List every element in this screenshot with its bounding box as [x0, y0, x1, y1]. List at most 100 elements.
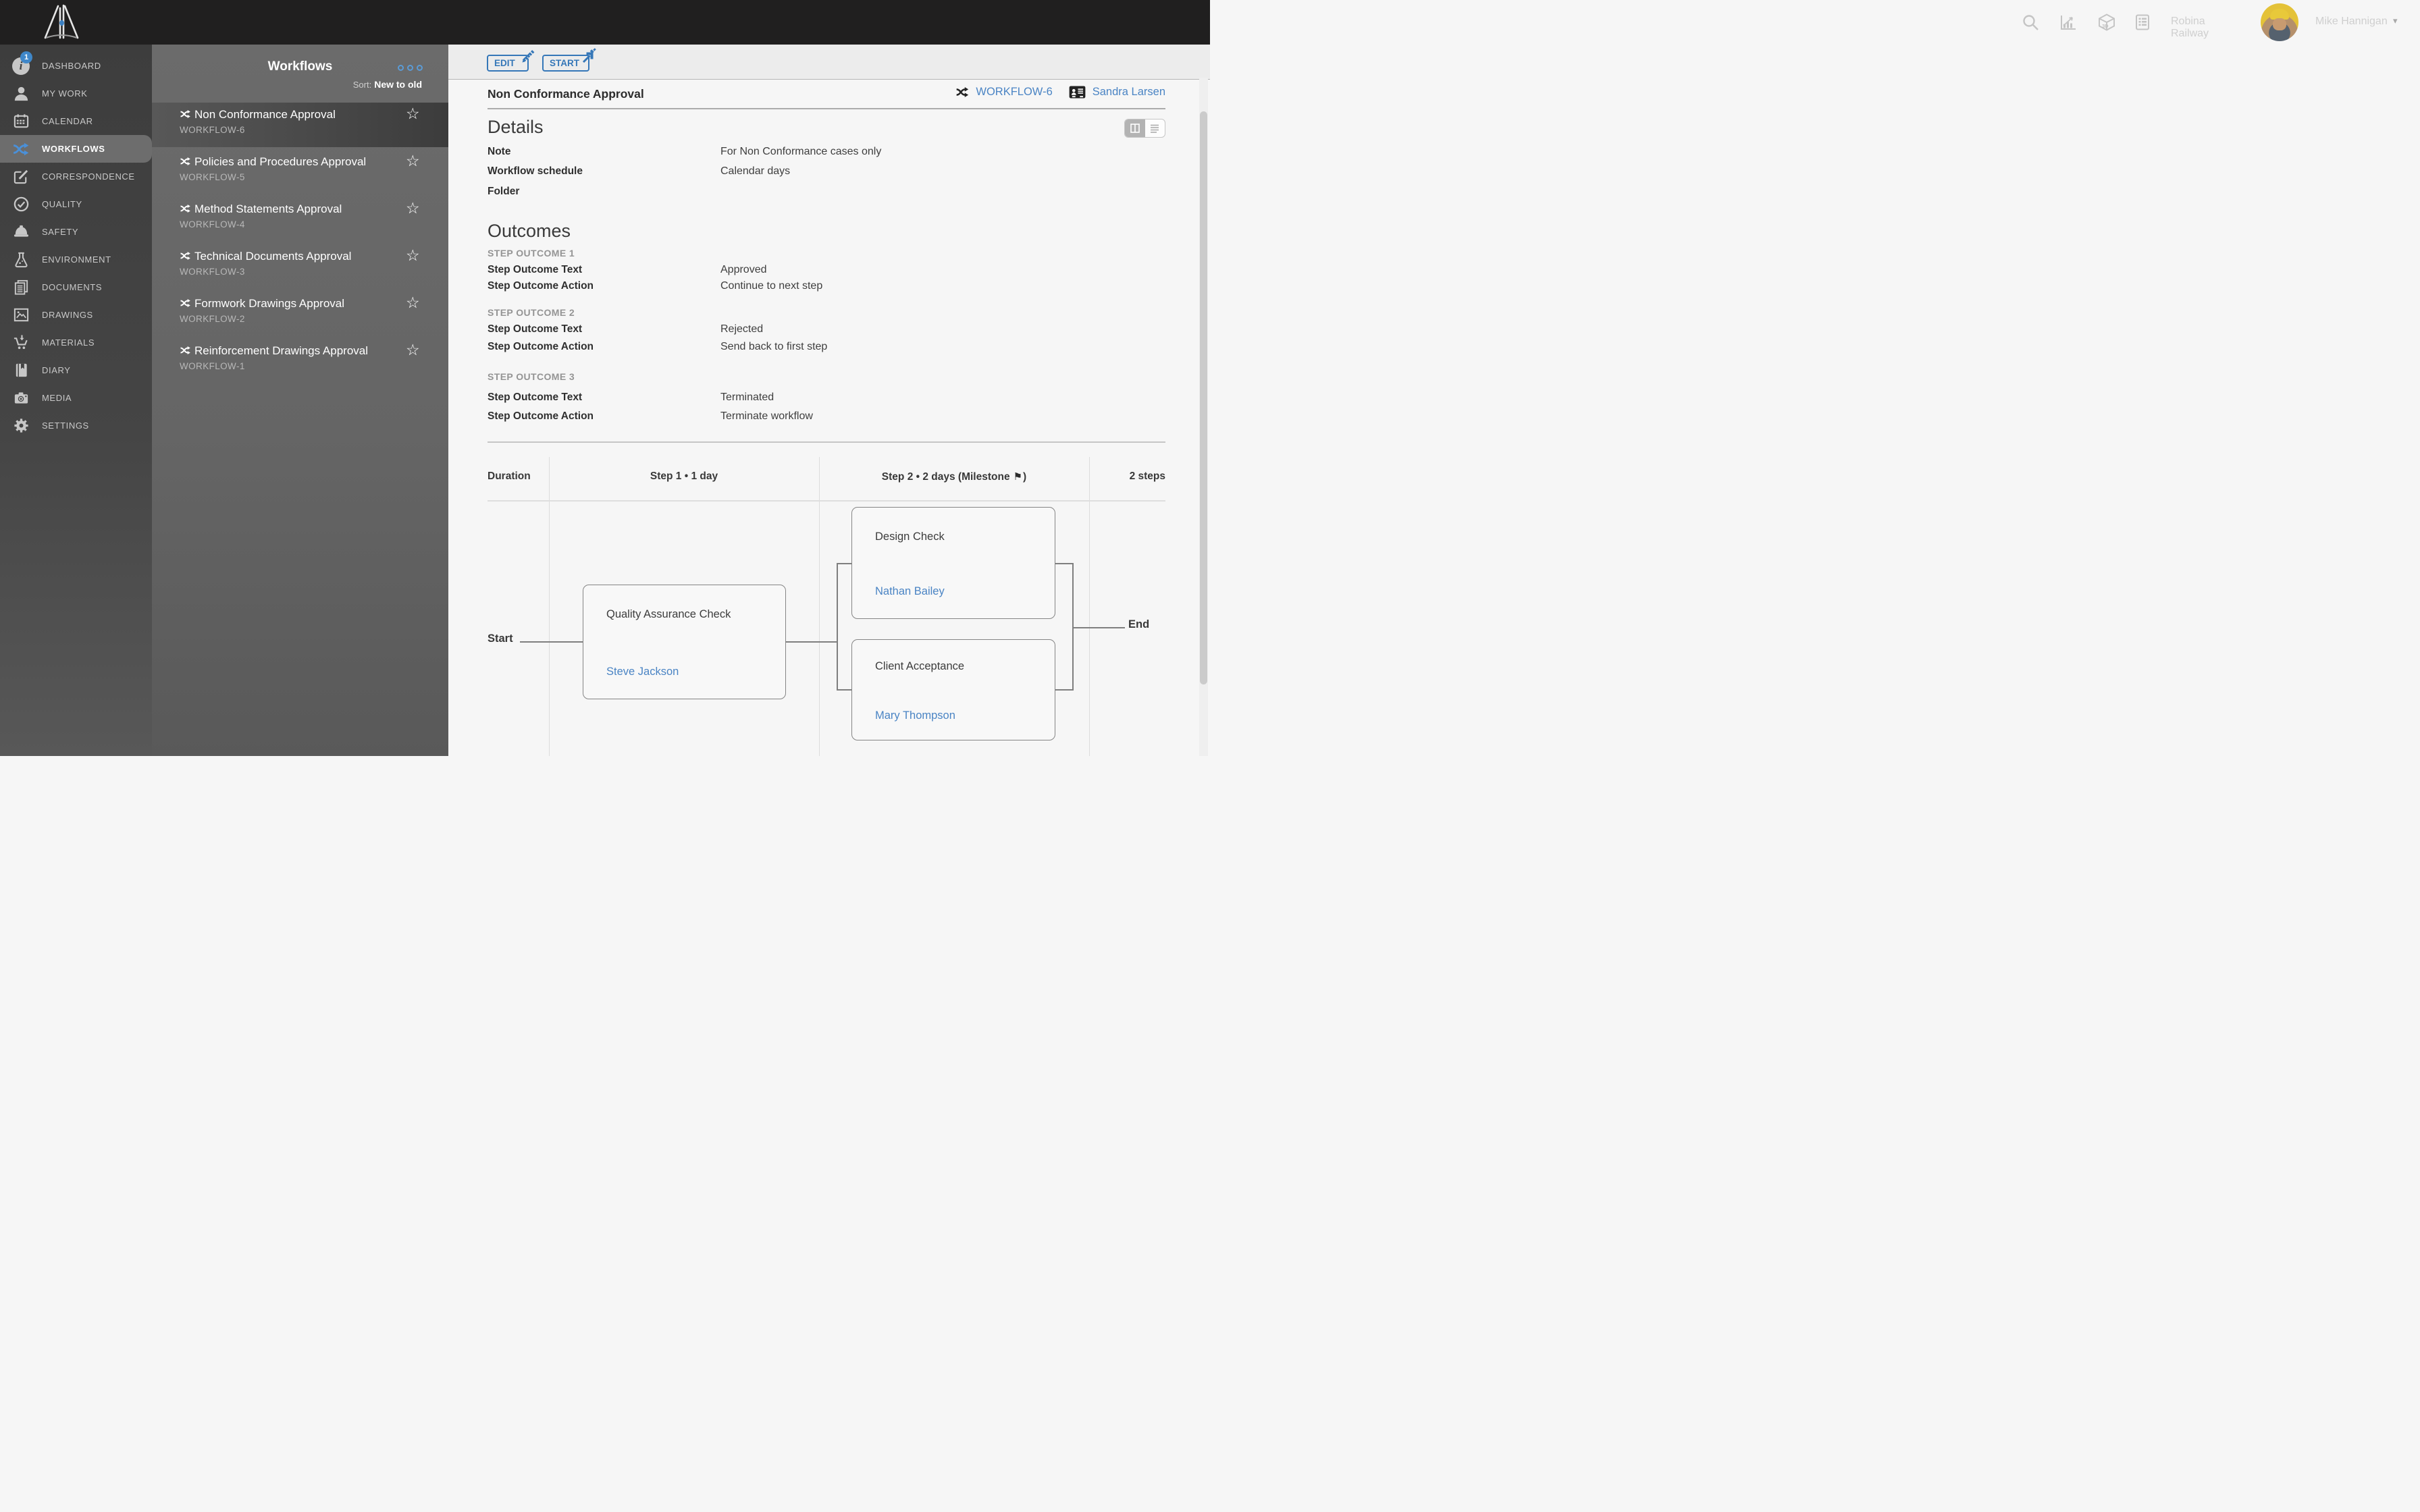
sort-control[interactable]: Sort: New to old [353, 79, 422, 90]
scrollbar-thumb[interactable] [1200, 111, 1207, 684]
star-icon[interactable]: ☆ [406, 342, 420, 359]
gear-icon [0, 417, 42, 434]
divider [488, 108, 1165, 109]
shuffle-icon [180, 346, 191, 355]
outcome-row: Step Outcome Action Continue to next step [488, 280, 823, 292]
sidebar-item-drawings[interactable]: DRAWINGS [0, 301, 152, 329]
user-menu[interactable]: Mike Hannigan [2315, 16, 2388, 28]
sidebar-item-diary[interactable]: DIARY [0, 356, 152, 384]
workflow-step-node[interactable]: Quality Assurance Check Steve Jackson [583, 585, 786, 699]
compose-icon [0, 168, 42, 185]
flask-icon [0, 251, 42, 268]
more-menu-icon[interactable] [398, 65, 423, 71]
start-button[interactable]: START [542, 48, 596, 72]
star-icon[interactable]: ☆ [406, 247, 420, 265]
connector-line [1055, 563, 1073, 564]
avatar[interactable] [2261, 3, 2298, 41]
shuffle-icon [180, 298, 191, 308]
step2-header: Step 2 • 2 days (Milestone ⚑) [881, 470, 1027, 483]
sidebar-item-documents[interactable]: DOCUMENTS [0, 273, 152, 301]
sidebar-item-materials[interactable]: MATERIALS [0, 329, 152, 356]
list-view-icon[interactable] [1145, 119, 1165, 137]
sidebar-item-settings[interactable]: SETTINGS [0, 412, 152, 439]
connector-line [837, 563, 852, 564]
svg-text:3D: 3D [2102, 23, 2109, 29]
sidebar-item-environment[interactable]: ENVIRONMENT [0, 246, 152, 273]
workflow-list-item[interactable]: Reinforcement Drawings Approval ☆ WORKFL… [152, 339, 448, 386]
news-list-icon[interactable] [2133, 13, 2152, 32]
detail-row: Workflow schedule Calendar days [488, 165, 791, 177]
outcome-row: Step Outcome Text Terminated [488, 392, 774, 403]
outcome-row: Step Outcome Text Approved [488, 264, 767, 275]
step1-header: Step 1 • 1 day [650, 470, 718, 482]
outcome-row: Step Outcome Action Terminate workflow [488, 410, 813, 422]
assignee-link[interactable]: Nathan Bailey [875, 585, 1032, 598]
camera-icon [0, 389, 42, 406]
launch-arrow-icon [582, 48, 596, 63]
pencil-icon [522, 50, 535, 63]
app-logo-icon[interactable] [41, 3, 82, 41]
reports-chart-icon[interactable] [2059, 13, 2078, 32]
notification-badge: 1 [20, 51, 32, 63]
main-content: EDIT START Non Conformance Approval WORK… [448, 45, 1210, 756]
person-icon [0, 85, 42, 102]
title-meta: WORKFLOW-6 Sandra Larsen [955, 86, 1165, 99]
connector-line [1055, 689, 1073, 691]
workflow-list: Non Conformance Approval ☆ WORKFLOW-6 Po… [152, 103, 448, 386]
documents-icon [0, 279, 42, 296]
step-outcome-heading: STEP OUTCOME 2 [488, 307, 575, 318]
workflow-step-node[interactable]: Design Check Nathan Bailey [851, 507, 1055, 619]
sidebar-item-workflows[interactable]: WORKFLOWS [0, 135, 152, 163]
column-view-icon[interactable] [1125, 119, 1145, 137]
column-divider [819, 457, 820, 756]
book-icon [0, 362, 42, 379]
outcome-row: Step Outcome Text Rejected [488, 323, 764, 335]
sidebar-item-media[interactable]: MEDIA [0, 384, 152, 412]
milestone-flag-icon: ⚑ [1013, 470, 1023, 483]
search-icon[interactable] [2021, 13, 2040, 32]
detail-row: Folder [488, 186, 520, 197]
workflow-step-node[interactable]: Client Acceptance Mary Thompson [851, 639, 1055, 740]
sidebar-item-my-work[interactable]: MY WORK [0, 80, 152, 107]
star-icon[interactable]: ☆ [406, 294, 420, 312]
start-label: Start [488, 632, 513, 645]
workflow-list-item-selected[interactable]: Non Conformance Approval ☆ WORKFLOW-6 [152, 103, 448, 147]
cart-icon [0, 334, 42, 351]
step-outcome-heading: STEP OUTCOME 3 [488, 371, 575, 382]
view-toggle[interactable] [1124, 119, 1165, 138]
details-heading: Details [488, 117, 544, 137]
sidebar-item-calendar[interactable]: CALENDAR [0, 107, 152, 135]
sidebar-item-safety[interactable]: SAFETY [0, 218, 152, 246]
owner-link[interactable]: Sandra Larsen [1093, 86, 1165, 99]
sidebar-item-quality[interactable]: QUALITY [0, 190, 152, 218]
star-icon[interactable]: ☆ [406, 200, 420, 217]
shuffle-icon [180, 251, 191, 261]
sidebar-item-correspondence[interactable]: CORRESPONDENCE [0, 163, 152, 190]
shuffle-icon [180, 109, 191, 119]
toolbar: EDIT START [448, 45, 1210, 80]
shuffle-icon [180, 204, 191, 213]
3d-model-icon[interactable]: 3D [2097, 13, 2116, 32]
chevron-down-icon[interactable]: ▾ [2393, 16, 2398, 26]
workflow-list-item[interactable]: Method Statements Approval ☆ WORKFLOW-4 [152, 197, 448, 244]
assignee-link[interactable]: Mary Thompson [875, 709, 1032, 722]
workflow-list-item[interactable]: Policies and Procedures Approval ☆ WORKF… [152, 150, 448, 197]
workflow-list-item[interactable]: Formwork Drawings Approval ☆ WORKFLOW-2 [152, 292, 448, 339]
star-icon[interactable]: ☆ [406, 105, 420, 123]
connector-line [520, 641, 583, 643]
connector-line [837, 689, 852, 691]
workflow-list-item[interactable]: Technical Documents Approval ☆ WORKFLOW-… [152, 244, 448, 292]
workflows-panel: Workflows Sort: New to old Non Conformanc… [152, 45, 448, 756]
sort-label: Sort: [352, 80, 372, 90]
star-icon[interactable]: ☆ [406, 153, 420, 170]
project-name[interactable]: Robina Railway [2171, 16, 2209, 40]
sidebar: i 1 DASHBOARD MY WORK CALENDAR WORKFLOWS… [0, 45, 152, 756]
assignee-link[interactable]: Steve Jackson [606, 666, 762, 678]
shuffle-icon [180, 157, 191, 166]
workflow-id-link[interactable]: WORKFLOW-6 [976, 86, 1052, 99]
edit-button[interactable]: EDIT [487, 50, 535, 72]
steps-summary: 2 steps [1129, 470, 1165, 482]
column-divider [1089, 457, 1090, 756]
step-outcome-heading: STEP OUTCOME 1 [488, 248, 575, 259]
sidebar-item-dashboard[interactable]: i 1 DASHBOARD [0, 51, 152, 80]
